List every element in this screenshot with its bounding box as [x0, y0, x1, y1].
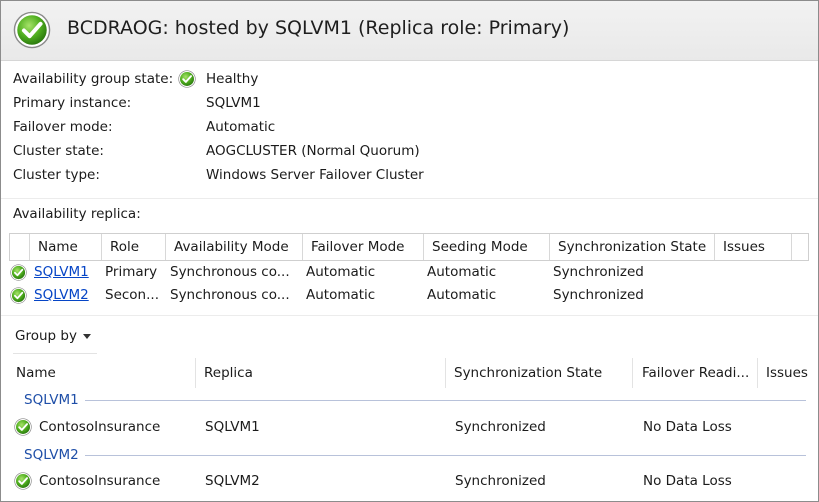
availability-replica-label: Availability replica:	[13, 206, 141, 222]
divider	[1, 315, 818, 316]
replica-sync-state: Synchronized	[553, 287, 644, 303]
healthy-check-icon	[10, 287, 27, 304]
column-header-status	[10, 234, 30, 260]
column-header-synchronization-state[interactable]: Synchronization State	[454, 358, 624, 388]
group-divider	[85, 455, 806, 456]
column-header-name[interactable]: Name	[30, 234, 102, 260]
table-row[interactable]: ContosoInsurance SQLVM1 Synchronized No …	[1, 414, 818, 440]
database-grid-header: Name Replica Synchronization State Failo…	[1, 358, 818, 388]
column-header-synchronization-state[interactable]: Synchronization State	[550, 234, 715, 260]
replica-role: Primary	[105, 264, 158, 280]
availability-replica-grid: Name Role Availability Mode Failover Mod…	[9, 233, 809, 307]
group-header-sqlvm1[interactable]: SQLVM1	[1, 391, 818, 409]
replica-seeding-mode: Automatic	[427, 264, 497, 280]
replica-link-sqlvm2[interactable]: SQLVM2	[34, 287, 89, 303]
healthy-check-icon	[178, 70, 196, 88]
column-divider	[632, 358, 633, 388]
replica-role: Secon...	[105, 287, 159, 303]
property-label: Cluster type:	[13, 167, 100, 183]
replica-seeding-mode: Automatic	[427, 287, 497, 303]
replica-failover-mode: Automatic	[306, 287, 376, 303]
group-header-sqlvm2[interactable]: SQLVM2	[1, 446, 818, 464]
column-header-availability-mode[interactable]: Availability Mode	[166, 234, 303, 260]
column-header-name[interactable]: Name	[16, 358, 186, 388]
database-replica: SQLVM1	[205, 419, 260, 435]
database-name: ContosoInsurance	[39, 473, 161, 489]
dashboard-header: BCDRAOG: hosted by SQLVM1 (Replica role:…	[1, 1, 818, 61]
column-divider	[195, 358, 196, 388]
replica-failover-mode: Automatic	[306, 264, 376, 280]
column-divider	[757, 358, 758, 388]
database-failover-readiness: No Data Loss	[643, 419, 732, 435]
property-label: Cluster state:	[13, 143, 104, 159]
table-row[interactable]: ContosoInsurance SQLVM2 Synchronized No …	[1, 468, 818, 494]
column-header-failover-mode[interactable]: Failover Mode	[303, 234, 424, 260]
property-label: Availability group state:	[13, 71, 174, 87]
chevron-down-icon	[82, 333, 91, 339]
database-replica: SQLVM2	[205, 473, 260, 489]
property-label: Primary instance:	[13, 95, 132, 111]
column-header-issues[interactable]: Issues	[766, 358, 816, 388]
group-by-label: Group by	[15, 328, 77, 344]
property-label: Failover mode:	[13, 119, 113, 135]
replica-link-sqlvm1[interactable]: SQLVM1	[34, 264, 89, 280]
group-by-dropdown[interactable]: Group by	[15, 328, 91, 344]
database-failover-readiness: No Data Loss	[643, 473, 732, 489]
column-header-replica[interactable]: Replica	[204, 358, 434, 388]
table-row[interactable]: SQLVM1 Primary Synchronous co... Automat…	[9, 261, 809, 284]
property-value: Healthy	[206, 71, 259, 87]
property-value: SQLVM1	[206, 95, 261, 111]
database-name: ContosoInsurance	[39, 419, 161, 435]
healthy-check-icon	[10, 264, 27, 281]
group-divider	[85, 400, 806, 401]
group-label: SQLVM1	[24, 392, 79, 408]
replica-grid-header: Name Role Availability Mode Failover Mod…	[9, 233, 809, 261]
property-value: Windows Server Failover Cluster	[206, 167, 424, 183]
replica-sync-state: Synchronized	[553, 264, 644, 280]
divider	[1, 198, 818, 199]
column-header-role[interactable]: Role	[102, 234, 166, 260]
group-label: SQLVM2	[24, 447, 79, 463]
database-sync-state: Synchronized	[455, 473, 546, 489]
replica-availability-mode: Synchronous co...	[170, 287, 290, 303]
database-sync-state: Synchronized	[455, 419, 546, 435]
column-header-seeding-mode[interactable]: Seeding Mode	[424, 234, 550, 260]
column-divider	[445, 358, 446, 388]
column-header-issues[interactable]: Issues	[715, 234, 792, 260]
healthy-check-icon	[14, 418, 32, 436]
table-row[interactable]: SQLVM2 Secon... Synchronous co... Automa…	[9, 284, 809, 307]
property-value: Automatic	[206, 119, 276, 135]
healthy-check-icon	[13, 11, 51, 49]
replica-availability-mode: Synchronous co...	[170, 264, 290, 280]
availability-group-dashboard: BCDRAOG: hosted by SQLVM1 (Replica role:…	[0, 0, 819, 502]
column-header-failover-readiness[interactable]: Failover Readi...	[642, 358, 750, 388]
page-title: BCDRAOG: hosted by SQLVM1 (Replica role:…	[67, 17, 570, 39]
property-value: AOGCLUSTER (Normal Quorum)	[206, 143, 420, 159]
healthy-check-icon	[14, 472, 32, 490]
divider	[13, 353, 97, 354]
